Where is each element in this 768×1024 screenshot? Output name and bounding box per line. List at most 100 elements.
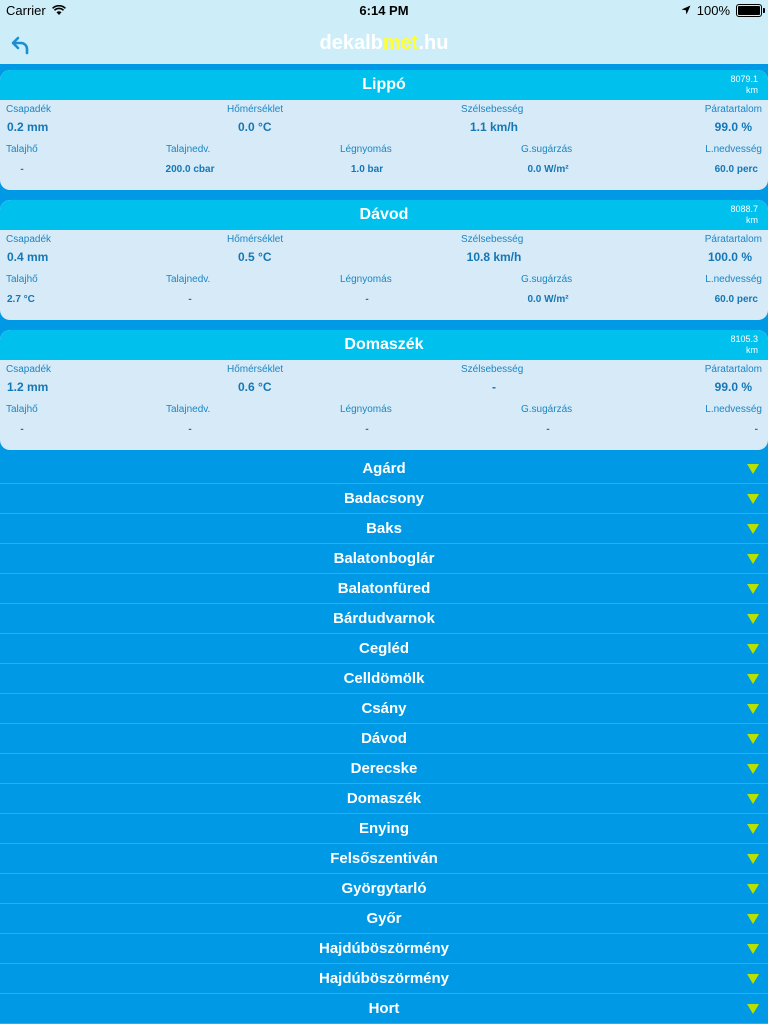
- expand-triangle-icon[interactable]: [747, 554, 759, 564]
- value-lnedvesseg: 60.0 perc: [714, 294, 758, 305]
- label-homerseklet: Hőmérséklet: [227, 234, 284, 245]
- station-list-item[interactable]: Agárd: [0, 454, 768, 484]
- expand-triangle-icon[interactable]: [747, 644, 759, 654]
- expand-triangle-icon[interactable]: [747, 944, 759, 954]
- label-lnedvesseg: L.nedvesség: [705, 404, 762, 415]
- station-list-label: Dávod: [361, 730, 407, 747]
- station-list-label: Hort: [368, 1000, 400, 1017]
- station-list-label: Cegléd: [358, 640, 409, 657]
- station-list-item[interactable]: Hajdúböszörmény: [0, 964, 768, 994]
- label-talajho: Talajhő: [6, 404, 38, 415]
- label-lnedvesseg: L.nedvesség: [705, 144, 762, 155]
- station-card[interactable]: Dávod 8088.7 km Csapadék Hőmérséklet Szél…: [0, 200, 768, 320]
- expand-triangle-icon[interactable]: [747, 494, 759, 504]
- expand-triangle-icon[interactable]: [747, 854, 759, 864]
- station-list-item[interactable]: Dávod: [0, 724, 768, 754]
- station-list-item[interactable]: Csány: [0, 694, 768, 724]
- value-csapadek: 0.2 mm: [7, 120, 49, 134]
- value-talajnedv: 200.0 cbar: [165, 164, 215, 175]
- station-list-label: Bárdudvarnok: [333, 610, 435, 627]
- label-talajho: Talajhő: [6, 274, 38, 285]
- value-legnyomas: -: [365, 294, 369, 305]
- station-list-item[interactable]: Balatonfüred: [0, 574, 768, 604]
- expand-triangle-icon[interactable]: [747, 614, 759, 624]
- label-talajnedv: Talajnedv.: [166, 274, 211, 285]
- station-list-label: Balatonboglár: [333, 550, 435, 567]
- label-legnyomas: Légnyomás: [340, 404, 392, 415]
- expand-triangle-icon[interactable]: [747, 794, 759, 804]
- expand-triangle-icon[interactable]: [747, 584, 759, 594]
- expand-triangle-icon[interactable]: [747, 884, 759, 894]
- station-list-item[interactable]: Celldömölk: [0, 664, 768, 694]
- station-list-item[interactable]: Baks: [0, 514, 768, 544]
- expand-triangle-icon[interactable]: [747, 674, 759, 684]
- expand-triangle-icon[interactable]: [747, 1004, 759, 1014]
- value-talajho: 2.7 °C: [7, 294, 35, 305]
- station-name: Lippó: [362, 76, 406, 93]
- label-csapadek: Csapadék: [6, 234, 52, 245]
- label-paratartalom: Páratartalom: [704, 364, 762, 375]
- expand-triangle-icon[interactable]: [747, 704, 759, 714]
- station-list-item[interactable]: Badacsony: [0, 484, 768, 514]
- station-list-item[interactable]: Győr: [0, 904, 768, 934]
- station-distance: 8105.3 km: [730, 334, 758, 355]
- battery-percent: 100%: [696, 3, 730, 18]
- station-list-item[interactable]: Balatonboglár: [0, 544, 768, 574]
- station-list-label: Domaszék: [346, 790, 422, 807]
- label-csapadek: Csapadék: [6, 104, 52, 115]
- station-card[interactable]: Domaszék 8105.3 km Csapadék Hőmérséklet S…: [0, 330, 768, 450]
- value-lnedvesseg: -: [754, 424, 758, 435]
- label-szelsebesseg: Szélsebesség: [461, 104, 524, 115]
- value-lnedvesseg: 60.0 perc: [714, 164, 758, 175]
- station-list-item[interactable]: Derecske: [0, 754, 768, 784]
- label-homerseklet: Hőmérséklet: [227, 104, 284, 115]
- expand-triangle-icon[interactable]: [747, 974, 759, 984]
- station-name: Dávod: [359, 206, 409, 223]
- station-list-item[interactable]: Cegléd: [0, 634, 768, 664]
- station-list-item[interactable]: Györgytarló: [0, 874, 768, 904]
- label-legnyomas: Légnyomás: [340, 274, 392, 285]
- station-list-label: Hajdúböszörmény: [318, 970, 450, 987]
- value-gsugarzas: -: [546, 424, 550, 435]
- station-list-item[interactable]: Enying: [0, 814, 768, 844]
- station-list-item[interactable]: Bárdudvarnok: [0, 604, 768, 634]
- value-paratartalom: 99.0 %: [714, 120, 752, 134]
- value-talajho: -: [20, 164, 24, 175]
- value-szelsebesseg: 1.1 km/h: [469, 120, 519, 134]
- value-szelsebesseg: 10.8 km/h: [466, 250, 522, 264]
- value-homerseklet: 0.5 °C: [238, 250, 272, 264]
- station-list-item[interactable]: Hajdúböszörmény: [0, 934, 768, 964]
- label-talajnedv: Talajnedv.: [166, 404, 211, 415]
- expand-triangle-icon[interactable]: [747, 464, 759, 474]
- expand-triangle-icon[interactable]: [747, 734, 759, 744]
- value-paratartalom: 99.0 %: [714, 380, 752, 394]
- label-szelsebesseg: Szélsebesség: [461, 234, 524, 245]
- station-card-header: Dávod 8088.7 km: [0, 200, 768, 230]
- label-homerseklet: Hőmérséklet: [227, 364, 284, 375]
- expand-triangle-icon[interactable]: [747, 824, 759, 834]
- expand-triangle-icon[interactable]: [747, 764, 759, 774]
- value-talajnedv: -: [188, 294, 192, 305]
- label-gsugarzas: G.sugárzás: [521, 404, 573, 415]
- label-paratartalom: Páratartalom: [704, 234, 762, 245]
- value-homerseklet: 0.0 °C: [238, 120, 272, 134]
- station-list: Agárd Badacsony Baks Balatonboglár Balatonfü…: [0, 454, 768, 1024]
- station-list-item[interactable]: Hort: [0, 994, 768, 1024]
- station-list-item[interactable]: Felsőszentiván: [0, 844, 768, 874]
- value-legnyomas: -: [365, 424, 369, 435]
- label-gsugarzas: G.sugárzás: [521, 274, 573, 285]
- station-list-label: Csány: [361, 700, 407, 717]
- label-csapadek: Csapadék: [6, 364, 52, 375]
- station-name: Domaszék: [344, 336, 424, 353]
- top-bar: Carrier 6:14 PM 100% dekalbmet.hu: [0, 0, 768, 64]
- clock: 6:14 PM: [359, 3, 409, 18]
- station-list-item[interactable]: Domaszék: [0, 784, 768, 814]
- station-card[interactable]: Lippó 8079.1 km Csapadék Hőmérséklet Szél…: [0, 70, 768, 190]
- station-list-label: Baks: [366, 520, 402, 537]
- station-list-label: Győr: [366, 910, 402, 927]
- expand-triangle-icon[interactable]: [747, 914, 759, 924]
- expand-triangle-icon[interactable]: [747, 524, 759, 534]
- station-list-label: Derecske: [350, 760, 418, 777]
- value-talajho: -: [20, 424, 24, 435]
- label-talajnedv: Talajnedv.: [166, 144, 211, 155]
